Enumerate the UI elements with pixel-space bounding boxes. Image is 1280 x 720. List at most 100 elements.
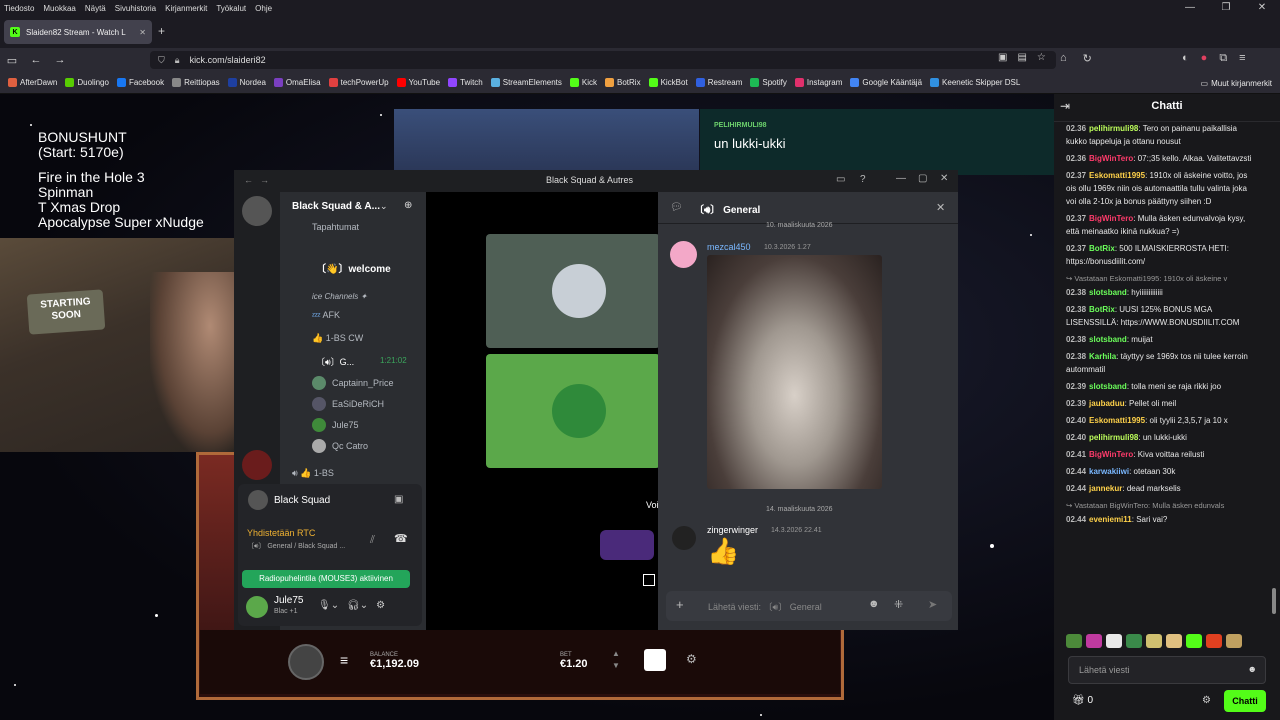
rtc-status[interactable]: Yhdistetään RTC: [247, 528, 315, 538]
popout-icon[interactable]: [643, 574, 655, 586]
message-username[interactable]: slotsband: [1089, 288, 1127, 297]
home-icon[interactable]: ⌂: [1060, 52, 1067, 65]
avatar[interactable]: [670, 241, 697, 268]
bookmark-techpowerup[interactable]: techPowerUp: [328, 78, 389, 87]
disconnect-icon[interactable]: ☎: [394, 532, 408, 545]
voice-tile[interactable]: [486, 354, 660, 468]
chevron-down-icon[interactable]: ⌄: [380, 201, 388, 212]
stop-button[interactable]: [644, 649, 666, 671]
bookmark-youtube[interactable]: YouTube: [396, 78, 440, 87]
bookmark-kick[interactable]: Kick: [569, 78, 597, 87]
back-icon[interactable]: ←: [24, 54, 48, 66]
menu-item[interactable]: Muokkaa: [43, 4, 75, 13]
message-username[interactable]: BigWinTero: [1089, 450, 1133, 459]
avatar[interactable]: [672, 526, 696, 550]
voice-member[interactable]: Jule75: [312, 414, 394, 435]
message-username[interactable]: jannekur: [1089, 484, 1122, 493]
menu-item[interactable]: Näytä: [85, 4, 106, 13]
message-username[interactable]: jaubaduu: [1089, 399, 1125, 408]
activity-icon[interactable]: ▣: [394, 494, 403, 505]
sidebar-toggle-icon[interactable]: ▭: [0, 54, 24, 67]
reload-icon[interactable]: ↻: [1083, 52, 1092, 65]
picture-icon[interactable]: ▣: [998, 52, 1007, 63]
emote-icon[interactable]: [1186, 634, 1202, 648]
forward-icon[interactable]: →: [48, 54, 72, 66]
chat-settings-icon[interactable]: ⚙: [1202, 695, 1211, 706]
game-menu-icon[interactable]: ≡: [340, 652, 348, 668]
server-icon[interactable]: [242, 450, 272, 480]
minimize-icon[interactable]: —: [1172, 0, 1208, 16]
bookmark-botrix[interactable]: BotRix: [605, 78, 641, 87]
lock-icon[interactable]: 🔒︎: [175, 55, 180, 66]
server-icon[interactable]: [242, 196, 272, 226]
bookmark-google-k-nt-j-[interactable]: Google Kääntäjä: [850, 78, 922, 87]
menu-item[interactable]: Sivuhistoria: [115, 4, 156, 13]
bookmark-omaelisa[interactable]: OmaElisa: [273, 78, 321, 87]
bookmark-twitch[interactable]: Twitch: [448, 78, 483, 87]
account-icon[interactable]: ◐: [1182, 52, 1189, 65]
message-author[interactable]: mezcal450: [707, 242, 751, 252]
emoji-icon[interactable]: ☻: [868, 598, 880, 610]
channel-welcome[interactable]: 〔👋〕welcome: [316, 260, 391, 275]
inbox-icon[interactable]: ▭: [836, 174, 845, 185]
message-username[interactable]: BigWinTero: [1089, 154, 1133, 163]
help-icon[interactable]: ?: [860, 174, 866, 185]
menu-item[interactable]: Ohje: [255, 4, 272, 13]
bookmark-duolingo[interactable]: Duolingo: [65, 78, 109, 87]
emote-icon[interactable]: [1226, 634, 1242, 648]
message-image[interactable]: [707, 255, 882, 489]
bookmark-nordea[interactable]: Nordea: [227, 78, 266, 87]
message-username[interactable]: BotRix: [1089, 244, 1115, 253]
emote-icon[interactable]: [1206, 634, 1222, 648]
activity-card[interactable]: [600, 530, 654, 560]
channel-bs[interactable]: 🔊︎ 👍 1-BS: [292, 468, 334, 479]
new-tab-icon[interactable]: +: [158, 24, 165, 38]
emoji-icon[interactable]: ☻: [1248, 664, 1257, 674]
close-icon[interactable]: ✕: [1244, 0, 1280, 16]
bookmark-star-icon[interactable]: ☆: [1037, 52, 1046, 63]
bookmark-reittiopas[interactable]: Reittiopas: [172, 78, 220, 87]
message-username[interactable]: Karhila: [1089, 352, 1116, 361]
message-username[interactable]: pelihirmuli98: [1089, 124, 1138, 133]
message-username[interactable]: Eskomatti1995: [1089, 416, 1145, 425]
close-chat-icon[interactable]: ✕: [936, 201, 945, 214]
voice-tile[interactable]: [486, 234, 660, 348]
extensions-icon[interactable]: ⧉: [1219, 52, 1227, 65]
emote-icon[interactable]: [1106, 634, 1122, 648]
bookmark-facebook[interactable]: Facebook: [116, 78, 164, 87]
tab-close-icon[interactable]: ✕: [139, 28, 146, 37]
bookmark-kickbot[interactable]: KickBot: [648, 78, 688, 87]
plus-icon[interactable]: +: [676, 597, 684, 612]
message-username[interactable]: slotsband: [1089, 382, 1127, 391]
restore-icon[interactable]: ❐: [1208, 0, 1244, 16]
message-username[interactable]: BotRix: [1089, 305, 1115, 314]
message-username[interactable]: Eskomatti1995: [1089, 171, 1145, 180]
emote-icon[interactable]: [1126, 634, 1142, 648]
message-username[interactable]: pelihirmuli98: [1089, 433, 1138, 442]
microphone-icon[interactable]: 🎙︎⌄: [318, 600, 339, 611]
back-arrow-icon[interactable]: ←: [244, 175, 253, 185]
voice-member[interactable]: Captainn_Price: [312, 372, 394, 393]
browser-tab[interactable]: K Slaiden82 Stream - Watch L ✕: [4, 20, 152, 44]
message-username[interactable]: karwakiiwi: [1089, 467, 1129, 476]
url-bar[interactable]: ⛉ 🔒︎ kick.com/slaideri82: [150, 51, 1056, 69]
bookmark-streamelements[interactable]: StreamElements: [490, 78, 562, 87]
chat-input[interactable]: Lähetä viesti ☻: [1068, 656, 1266, 684]
settings-icon[interactable]: ⚙: [376, 600, 385, 611]
game-settings-icon[interactable]: ⚙: [686, 652, 697, 666]
bookmark-spotify[interactable]: Spotify: [750, 78, 787, 87]
menu-item[interactable]: Tiedosto: [4, 4, 34, 13]
message-author[interactable]: zingerwinger: [707, 525, 758, 535]
other-bookmarks[interactable]: ▭ Muut kirjanmerkit: [1201, 72, 1272, 94]
server-name[interactable]: Black Squad & A...: [292, 201, 380, 212]
emote-icon[interactable]: [1066, 634, 1082, 648]
menu-item[interactable]: Kirjanmerkit: [165, 4, 207, 13]
avatar[interactable]: [246, 596, 268, 618]
apps-icon[interactable]: ⁜: [894, 598, 903, 611]
reader-icon[interactable]: ▤: [1017, 52, 1026, 63]
voice-member[interactable]: Qc Catro: [312, 435, 394, 456]
message-username[interactable]: eveniemi11: [1089, 515, 1132, 524]
message-username[interactable]: BigWinTero: [1089, 214, 1133, 223]
forward-arrow-icon[interactable]: →: [260, 175, 269, 185]
emote-icon[interactable]: [1086, 634, 1102, 648]
